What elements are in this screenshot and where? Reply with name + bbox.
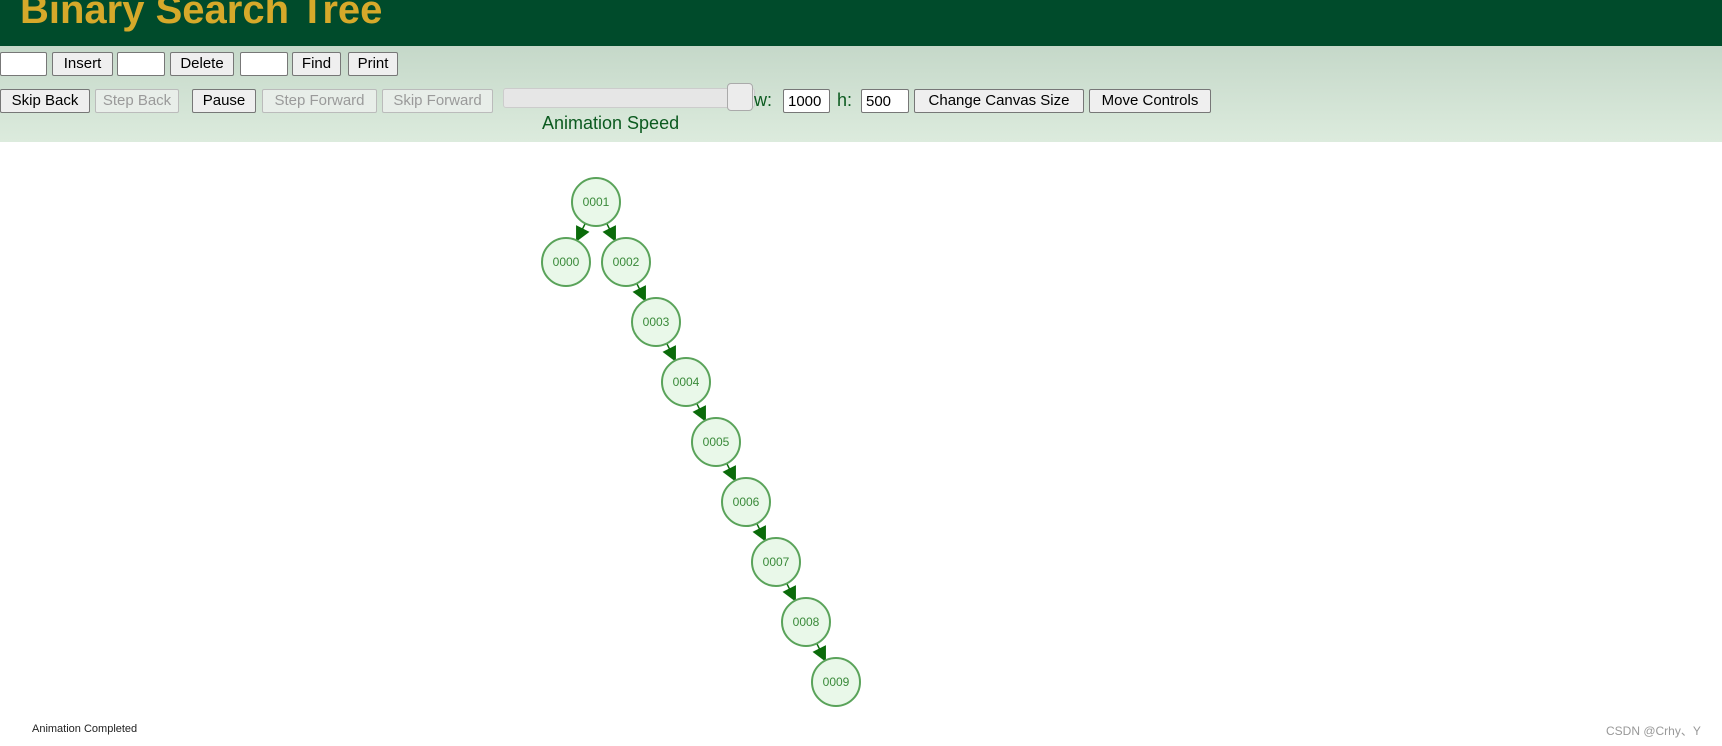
width-label: w: (754, 90, 772, 110)
tree-node-key: 0001 (583, 195, 610, 209)
tree-node: 0008 (781, 597, 831, 647)
tree-node-key: 0009 (823, 675, 850, 689)
skip-back-button[interactable]: Skip Back (0, 89, 90, 113)
tree-node-key: 0002 (613, 255, 640, 269)
delete-button[interactable]: Delete (170, 52, 234, 76)
tree-node: 0003 (631, 297, 681, 347)
height-label: h: (837, 90, 853, 110)
tree-node-key: 0007 (763, 555, 790, 569)
animation-speed-slider[interactable] (503, 88, 755, 108)
pause-button[interactable]: Pause (192, 89, 256, 113)
canvas-width-input[interactable] (783, 89, 830, 113)
header-bar: Binary Search Tree (0, 0, 1722, 46)
tree-node: 0006 (721, 477, 771, 527)
tree-edge (632, 283, 646, 302)
print-button[interactable]: Print (348, 52, 398, 76)
tree-node-key: 0000 (553, 255, 580, 269)
tree-edge (782, 583, 796, 602)
step-forward-button[interactable]: Step Forward (262, 89, 377, 113)
canvas-height-input[interactable] (861, 89, 909, 113)
tree-edge (662, 343, 676, 362)
animation-speed-slider-thumb[interactable] (727, 83, 753, 111)
animation-speed-label: Animation Speed (542, 113, 680, 133)
tree-node-key: 0005 (703, 435, 730, 449)
tree-node: 0004 (661, 357, 711, 407)
tree-edge (692, 403, 706, 422)
tree-node: 0001 (571, 177, 621, 227)
delete-input[interactable] (117, 52, 165, 76)
tree-node-key: 0008 (793, 615, 820, 629)
insert-button[interactable]: Insert (52, 52, 113, 76)
tree-edge (602, 223, 616, 242)
tree-node: 0002 (601, 237, 651, 287)
find-input[interactable] (240, 52, 288, 76)
tree-node-key: 0004 (673, 375, 700, 389)
tree-canvas: 0001 0000 0002 0003 0004 0005 0006 0007 0008 0009 (541, 177, 861, 707)
tree-edge (812, 643, 826, 662)
tree-node: 0007 (751, 537, 801, 587)
page-title: Binary Search Tree (20, 0, 383, 32)
tree-edge (752, 523, 766, 542)
tree-node-key: 0003 (643, 315, 670, 329)
tree-edge (722, 463, 736, 482)
find-button[interactable]: Find (292, 52, 341, 76)
tree-node: 0009 (811, 657, 861, 707)
tree-node-key: 0006 (733, 495, 760, 509)
insert-input[interactable] (0, 52, 47, 76)
tree-node: 0005 (691, 417, 741, 467)
status-text: Animation Completed (32, 723, 138, 735)
tree-edge (576, 223, 590, 242)
watermark: CSDN @Crhy、Y (1606, 724, 1701, 738)
move-controls-button[interactable]: Move Controls (1089, 89, 1211, 113)
tree-node: 0000 (541, 237, 591, 287)
change-canvas-size-button[interactable]: Change Canvas Size (914, 89, 1084, 113)
step-back-button[interactable]: Step Back (95, 89, 179, 113)
skip-forward-button[interactable]: Skip Forward (382, 89, 493, 113)
